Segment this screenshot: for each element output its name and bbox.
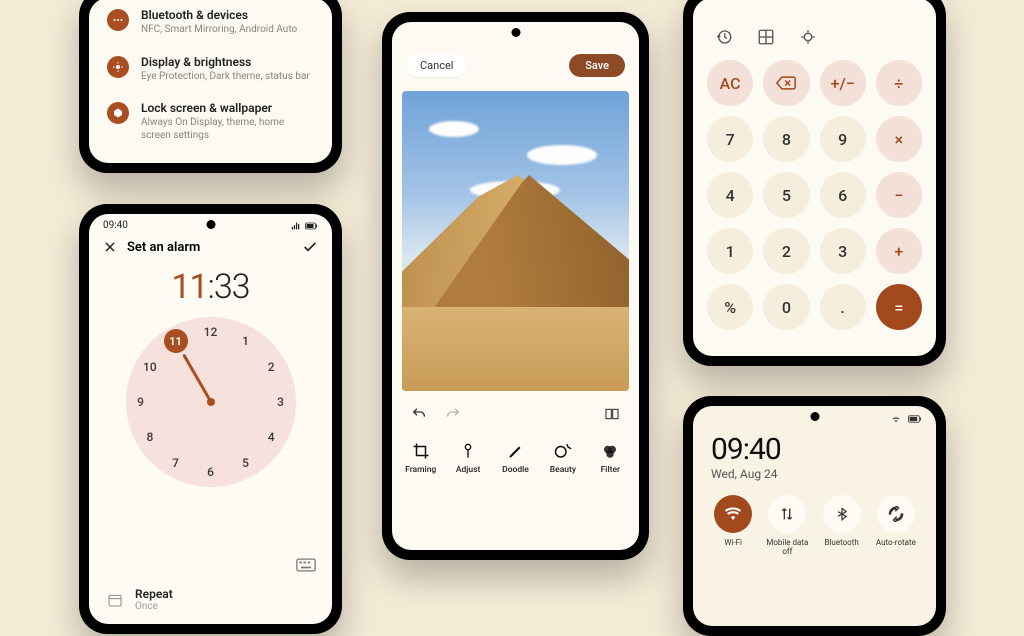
clock-hour-2[interactable]: 2 xyxy=(268,360,275,374)
crop-icon xyxy=(411,441,431,461)
undo-icon[interactable] xyxy=(410,405,428,423)
clock-selected-hour[interactable]: 11 xyxy=(164,329,188,353)
key-7[interactable]: 7 xyxy=(707,116,753,162)
clock-hour-4[interactable]: 4 xyxy=(268,430,275,444)
key-1[interactable]: 1 xyxy=(707,228,753,274)
cancel-button[interactable]: Cancel xyxy=(406,54,467,77)
clock-center xyxy=(207,398,215,406)
settings-row-bluetooth[interactable]: Bluetooth & devices NFC, Smart Mirroring… xyxy=(89,0,332,45)
adjust-icon xyxy=(458,441,478,461)
alarm-phone: 09:40 Set an alarm 11:33 11 123456789101… xyxy=(79,204,342,634)
settings-title: Bluetooth & devices xyxy=(141,8,297,22)
repeat-row[interactable]: Repeat Once xyxy=(89,575,332,624)
confirm-icon[interactable] xyxy=(302,239,318,255)
tool-adjust[interactable]: Adjust xyxy=(445,441,490,475)
key-4[interactable]: 4 xyxy=(707,172,753,218)
clock-hour-8[interactable]: 8 xyxy=(146,430,153,444)
key-−[interactable]: − xyxy=(876,172,922,218)
compare-icon[interactable] xyxy=(603,405,621,423)
settings-title: Display & brightness xyxy=(141,55,310,69)
clock-hour-7[interactable]: 7 xyxy=(172,456,179,470)
filter-icon xyxy=(600,441,620,461)
repeat-icon xyxy=(107,592,123,608)
qs-time: 09:40 xyxy=(693,426,936,467)
scientific-icon[interactable] xyxy=(799,28,817,46)
key-9[interactable]: 9 xyxy=(820,116,866,162)
key-=[interactable]: = xyxy=(876,284,922,330)
close-icon[interactable] xyxy=(103,240,117,254)
key-%[interactable]: % xyxy=(707,284,753,330)
pencil-icon xyxy=(506,441,526,461)
clock-hour-5[interactable]: 5 xyxy=(242,456,249,470)
key-AC[interactable]: AC xyxy=(707,60,753,106)
key-8[interactable]: 8 xyxy=(763,116,809,162)
more-icon xyxy=(107,9,129,31)
data-icon xyxy=(768,495,806,533)
tile-autorotate[interactable]: Auto-rotate xyxy=(872,495,920,556)
calc-keypad: AC +/−÷ 789× 456− 123+%0.= xyxy=(693,52,936,344)
alarm-minute[interactable]: 33 xyxy=(214,267,250,307)
bluetooth-icon xyxy=(823,495,861,533)
tool-framing[interactable]: Framing xyxy=(398,441,443,475)
clock-hour-6[interactable]: 6 xyxy=(207,465,214,479)
key-.[interactable]: . xyxy=(820,284,866,330)
key-×[interactable]: × xyxy=(876,116,922,162)
alarm-hour[interactable]: 11 xyxy=(171,267,207,307)
alarm-title: Set an alarm xyxy=(127,240,200,255)
clock-hour-12[interactable]: 12 xyxy=(204,325,218,339)
settings-sub: NFC, Smart Mirroring, Android Auto xyxy=(141,24,297,37)
tile-mobile-data[interactable]: Mobile data off xyxy=(763,495,811,556)
tool-filter[interactable]: Filter xyxy=(588,441,633,475)
tool-beauty[interactable]: Beauty xyxy=(540,441,585,475)
settings-title: Lock screen & wallpaper xyxy=(141,101,314,115)
repeat-value: Once xyxy=(135,601,173,612)
rotate-icon xyxy=(877,495,915,533)
key-5[interactable]: 5 xyxy=(763,172,809,218)
battery-icon xyxy=(305,221,318,231)
save-button[interactable]: Save xyxy=(569,54,625,77)
key-÷[interactable]: ÷ xyxy=(876,60,922,106)
wifi-icon xyxy=(714,495,752,533)
settings-row-display[interactable]: Display & brightness Eye Protection, Dar… xyxy=(89,45,332,92)
signal-icon xyxy=(290,221,301,231)
quicksettings-phone: 09:40 Wed, Aug 24 Wi-Fi Mobile data off … xyxy=(683,396,946,636)
editor-phone: Cancel Save Framing A xyxy=(382,12,649,560)
calculator-phone: AC +/−÷ 789× 456− 123+%0.= xyxy=(683,0,946,366)
tile-bluetooth[interactable]: Bluetooth xyxy=(818,495,866,556)
key-6[interactable]: 6 xyxy=(820,172,866,218)
redo-icon[interactable] xyxy=(444,405,462,423)
clock-hour-3[interactable]: 3 xyxy=(277,395,284,409)
key-2[interactable]: 2 xyxy=(763,228,809,274)
beauty-icon xyxy=(553,441,573,461)
tool-doodle[interactable]: Doodle xyxy=(493,441,538,475)
qs-date: Wed, Aug 24 xyxy=(693,467,936,489)
tile-wifi[interactable]: Wi-Fi xyxy=(709,495,757,556)
key-0[interactable]: 0 xyxy=(763,284,809,330)
history-icon[interactable] xyxy=(715,28,733,46)
brightness-icon xyxy=(107,56,129,78)
photo-canvas[interactable] xyxy=(402,91,629,391)
key-+/−[interactable]: +/− xyxy=(820,60,866,106)
key-⌫[interactable] xyxy=(763,60,809,106)
settings-phone: Bluetooth & devices NFC, Smart Mirroring… xyxy=(79,0,342,173)
clock-hour-10[interactable]: 10 xyxy=(143,360,157,374)
settings-sub: Eye Protection, Dark theme, status bar xyxy=(141,71,310,84)
unit-convert-icon[interactable] xyxy=(757,28,775,46)
alarm-time-display: 11:33 xyxy=(89,267,332,307)
key-3[interactable]: 3 xyxy=(820,228,866,274)
clock-hand xyxy=(182,354,212,403)
theme-icon xyxy=(107,102,129,124)
settings-row-lockscreen[interactable]: Lock screen & wallpaper Always On Displa… xyxy=(89,91,332,150)
key-+[interactable]: + xyxy=(876,228,922,274)
clock-hour-1[interactable]: 1 xyxy=(242,334,249,348)
wifi-icon xyxy=(890,414,902,424)
keypad-icon[interactable] xyxy=(296,558,316,572)
status-time: 09:40 xyxy=(103,220,128,231)
clock-face[interactable]: 11 1234567891012 xyxy=(126,317,296,487)
battery-icon xyxy=(908,414,922,424)
clock-hour-9[interactable]: 9 xyxy=(137,395,144,409)
settings-sub: Always On Display, theme, home screen se… xyxy=(141,117,314,142)
repeat-label: Repeat xyxy=(135,587,173,601)
